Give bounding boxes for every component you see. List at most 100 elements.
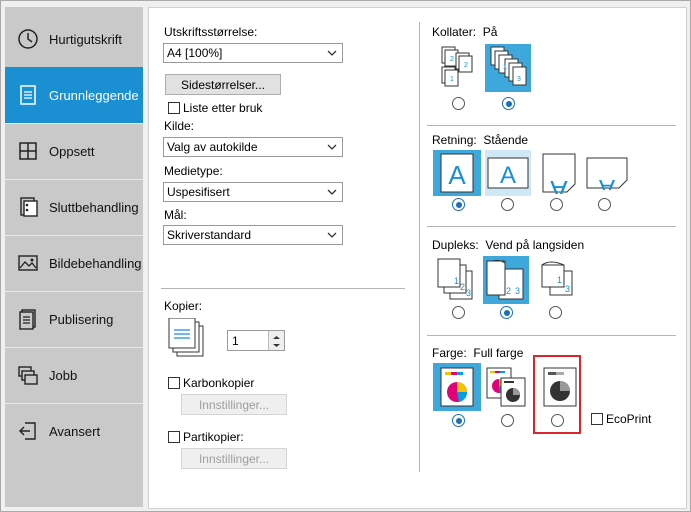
advanced-arrow-icon [17,420,39,442]
stepper-down-button[interactable] [268,340,284,350]
sidebar-item-oppsett[interactable]: Oppsett [5,123,143,179]
part-copies-checkbox[interactable] [168,431,180,443]
svg-text:A: A [448,160,466,190]
svg-text:A: A [550,175,568,194]
orientation-portrait-radio[interactable] [452,198,465,211]
orientation-heading: Retning: Stående [432,133,528,147]
sidebar-item-sluttbehandling[interactable]: Sluttbehandling [5,179,143,235]
orientation-value: Stående [483,133,529,147]
collate-off-radio[interactable] [452,97,465,110]
carbon-settings-button[interactable]: Innstillinger... [181,394,287,415]
sidebar-item-avansert[interactable]: Avansert [5,403,143,459]
destination-select[interactable]: Skriverstandard [163,225,343,245]
sidebar-item-publisering[interactable]: Publisering [5,291,143,347]
carbon-copies-checkbox[interactable] [168,377,180,389]
finishing-icon [17,196,39,218]
arrow-down-icon [273,344,280,347]
color-mixed-option[interactable] [483,363,531,411]
color-full-option[interactable] [433,363,481,411]
simplex-pages-icon: 1 2 3 [437,258,473,300]
chevron-down-icon [327,189,337,195]
copies-value: 1 [232,333,239,348]
duplex-short-edge-icon: 1 3 [541,261,573,296]
collate-value: På [482,25,498,39]
clock-icon [17,28,39,50]
source-select[interactable]: Valg av autokilde [163,137,343,157]
sidebar-item-label: Avansert [49,423,101,439]
sidebar: Hurtigutskrift Grunnleggende Oppsett Slu… [5,7,143,507]
svg-text:A: A [500,162,516,189]
sidebar-item-label: Publisering [49,311,114,327]
collate-on-radio[interactable] [502,97,515,110]
svg-text:3: 3 [515,286,520,296]
svg-text:A: A [599,174,615,190]
destination-value: Skriverstandard [167,228,252,242]
duplex-short-edge-option[interactable]: 1 3 [534,256,580,304]
divider [161,288,405,289]
divider [427,335,676,336]
sidebar-item-label: Oppsett [49,143,95,159]
sidebar-item-label: Jobb [49,367,78,383]
part-settings-button[interactable]: Innstillinger... [181,448,287,469]
orientation-rotated-landscape-option[interactable]: A [583,150,631,196]
color-label: Farge: [432,346,467,360]
full-color-icon [440,367,474,407]
print-size-select[interactable]: A4 [100%] [163,43,343,63]
duplex-value: Vend på langsiden [485,238,585,252]
ecoprint-label: EcoPrint [606,412,652,426]
duplex-off-option[interactable]: 1 2 3 [434,256,480,304]
page-sizes-button[interactable]: Sidestørrelser... [165,74,281,95]
main-panel: Utskriftsstørrelse: A4 [100%] Sidestørre… [148,7,687,509]
ecoprint-checkbox[interactable] [591,413,603,425]
image-icon [17,252,39,274]
svg-text:2: 2 [464,62,468,69]
sidebar-item-jobb[interactable]: Jobb [5,347,143,403]
divider [427,125,676,126]
part-copies-label: Partikopier: [183,430,244,444]
color-full-radio[interactable] [452,414,465,427]
media-type-value: Uspesifisert [167,185,230,199]
media-type-select[interactable]: Uspesifisert [163,182,343,202]
duplex-short-edge-radio[interactable] [549,306,562,319]
collate-label: Kollater: [432,25,477,39]
orientation-rotated-portrait-radio[interactable] [550,198,563,211]
chevron-down-icon [327,232,337,238]
source-label: Kilde: [164,119,195,133]
list-by-use-checkbox[interactable] [168,102,180,114]
duplex-off-radio[interactable] [452,306,465,319]
copies-stepper[interactable]: 1 [227,330,285,351]
sidebar-item-grunnleggende[interactable]: Grunnleggende [5,67,143,123]
color-mixed-radio[interactable] [501,414,514,427]
portrait-a-icon: A [440,153,474,193]
svg-text:3: 3 [565,284,570,294]
print-size-value: A4 [100%] [167,46,223,60]
duplex-long-edge-radio[interactable] [500,306,513,319]
sidebar-item-label: Bildebehandling [49,255,142,271]
svg-text:1: 1 [450,76,454,83]
divider [419,22,420,472]
collate-off-option[interactable]: 2 2 1 [436,44,482,92]
duplex-label: Dupleks: [432,238,479,252]
collate-off-icon: 2 2 1 [441,46,473,87]
carbon-copies-label: Karbonkopier [183,376,255,390]
sidebar-item-hurtigutskrift[interactable]: Hurtigutskrift [5,11,143,67]
layout-grid-icon [17,140,39,162]
orientation-landscape-option[interactable]: A [485,150,531,196]
chevron-down-icon [327,50,337,56]
orientation-rotated-portrait-option[interactable]: A [538,150,580,196]
dialog-frame: Hurtigutskrift Grunnleggende Oppsett Slu… [0,0,691,512]
orientation-rotated-landscape-radio[interactable] [598,198,611,211]
color-black-white-radio[interactable] [551,414,564,427]
publishing-icon [17,308,39,330]
divider [427,226,676,227]
sidebar-item-bildebehandling[interactable]: Bildebehandling [5,235,143,291]
duplex-long-edge-option[interactable]: 2 3 [483,256,529,304]
svg-text:1: 1 [557,275,562,285]
duplex-heading: Dupleks: Vend på langsiden [432,238,584,252]
rotated-portrait-a-icon: A [542,153,576,194]
source-value: Valg av autokilde [167,140,258,154]
collate-on-option[interactable]: 1 3 [485,44,531,92]
orientation-landscape-radio[interactable] [501,198,514,211]
orientation-portrait-option[interactable]: A [433,150,481,196]
svg-text:2: 2 [506,286,511,296]
